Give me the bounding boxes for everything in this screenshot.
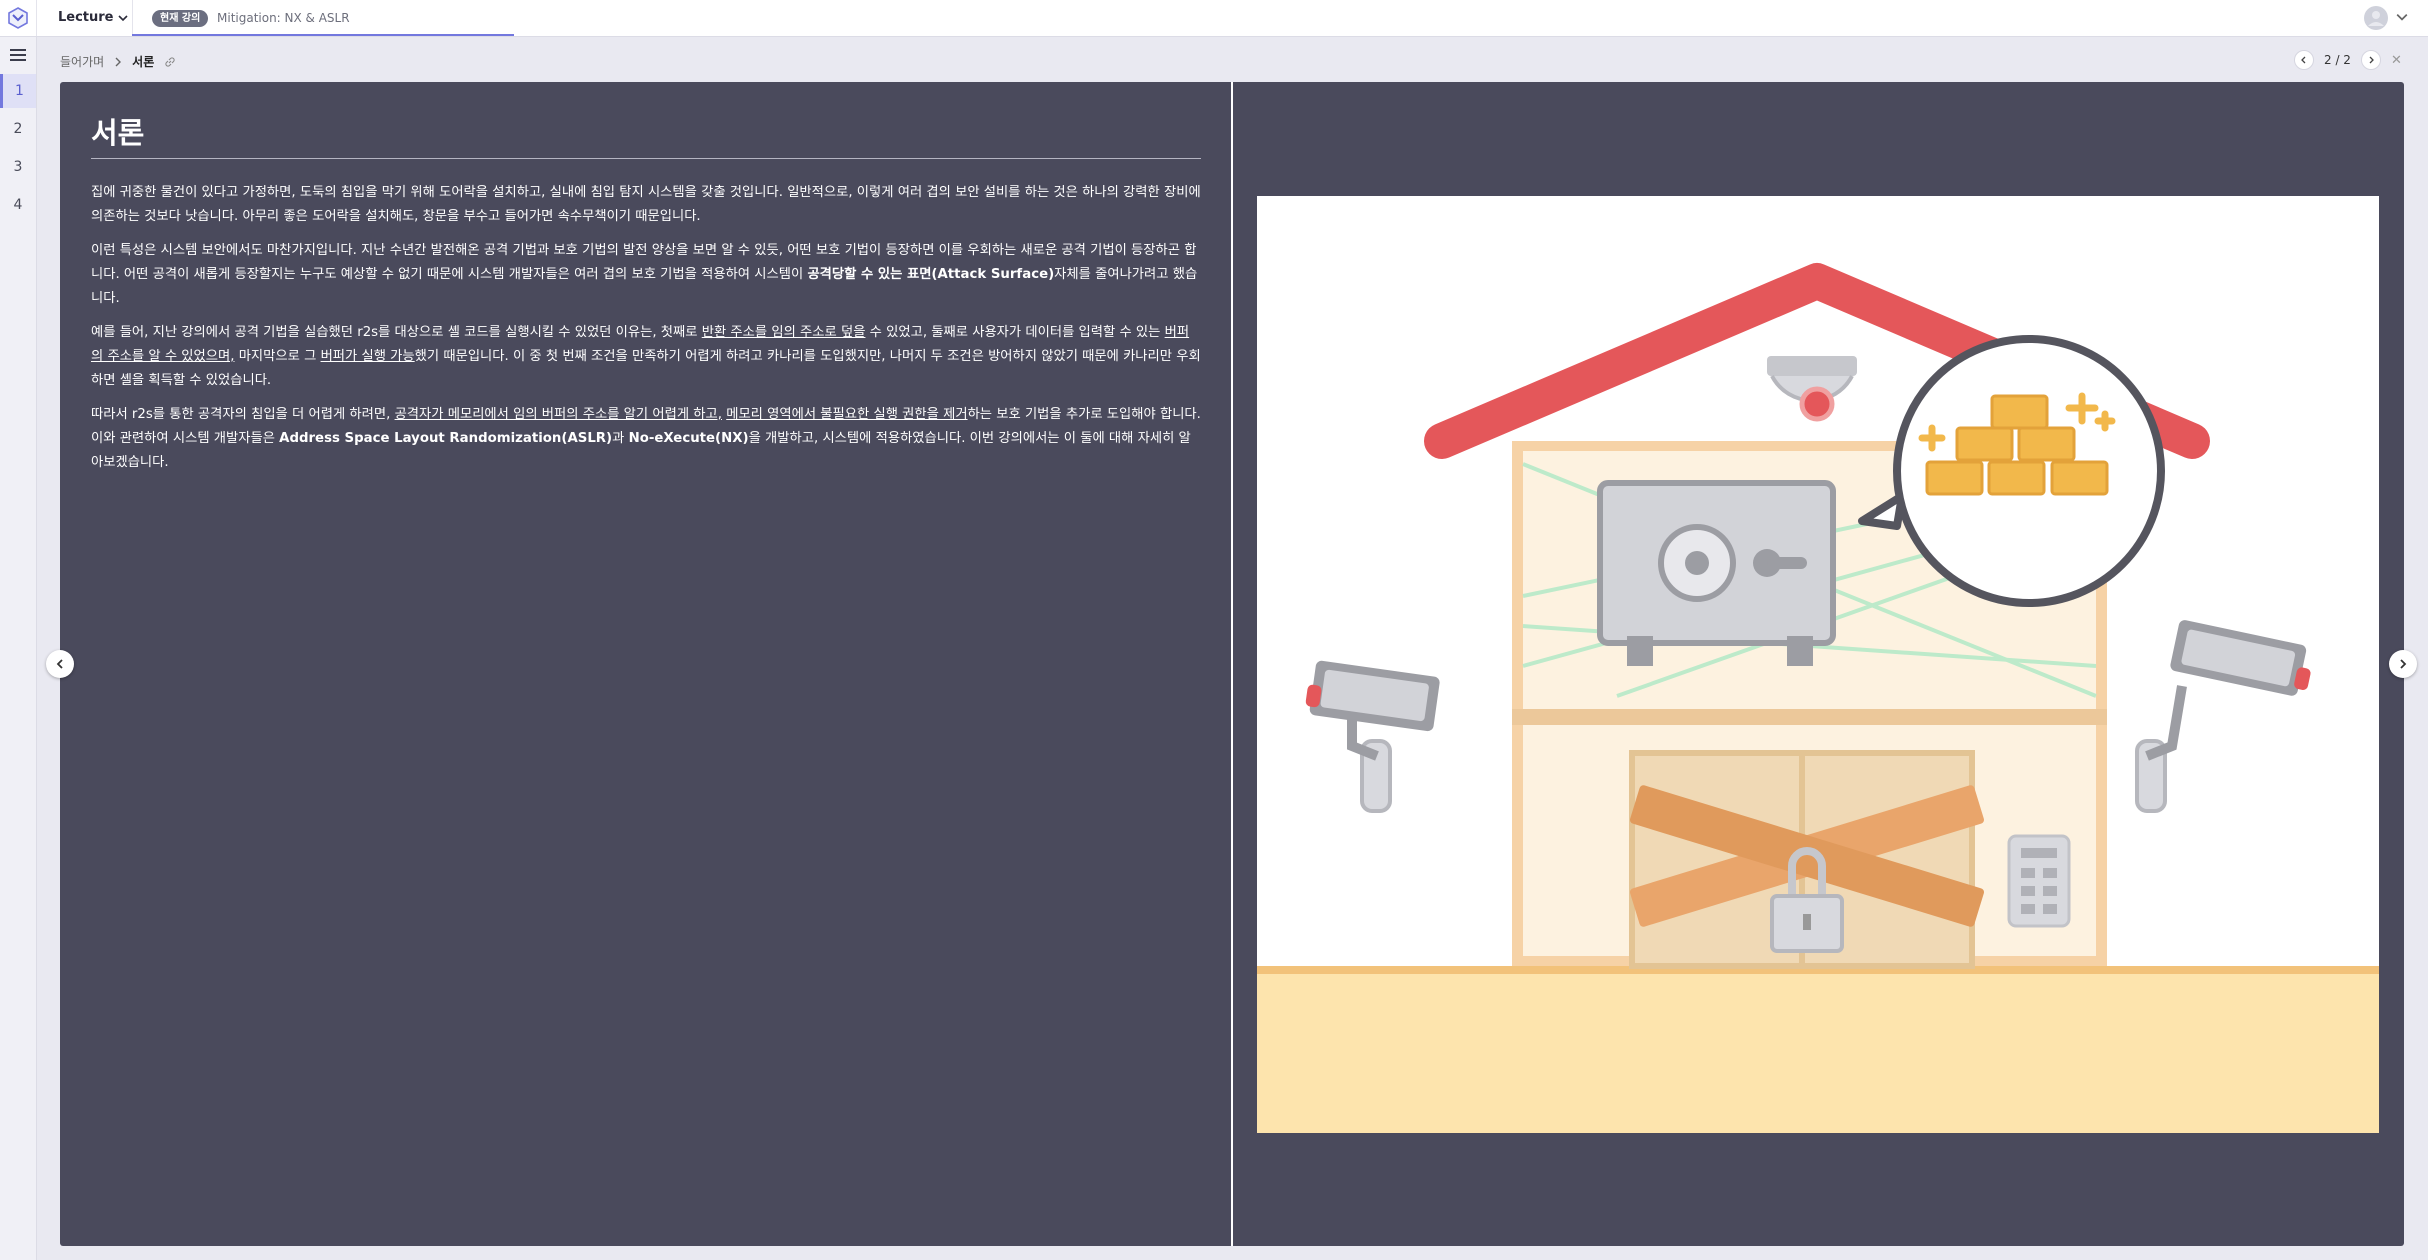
next-page-button[interactable] (2360, 50, 2381, 70)
page-indicator: 2 / 2 (2324, 53, 2351, 67)
avatar[interactable] (2364, 6, 2388, 30)
chevron-right-icon (115, 57, 122, 66)
slide-divider (1231, 82, 1233, 1246)
slide-content: 서론 집에 귀중한 물건이 있다고 가정하면, 도둑의 침입을 막기 위해 도어… (60, 82, 2404, 1246)
paragraph-1: 집에 귀중한 물건이 있다고 가정하면, 도둑의 침입을 막기 위해 도어락을 … (91, 185, 1201, 224)
chevron-right-icon (2369, 56, 2374, 64)
breadcrumb-parent[interactable]: 들어가며 (60, 53, 104, 70)
slide-pager: 2 / 2 ✕ (2294, 50, 2402, 70)
sidebar-item-3[interactable]: 3 (0, 150, 36, 184)
safe-icon (1597, 480, 1836, 666)
page-title: 서론 (91, 110, 1201, 159)
lecture-dropdown-label: Lecture (58, 10, 114, 25)
underlined-text: 메모리 영역에서 불필요한 실행 권한을 제거 (726, 407, 968, 422)
link-icon[interactable] (164, 56, 176, 68)
security-camera-icon (1305, 660, 1440, 813)
paragraph-2: 이런 특성은 시스템 보안에서도 마찬가지입니다. 지난 수년간 발전해온 공격… (91, 239, 1201, 311)
breadcrumb-current: 서론 (132, 55, 155, 69)
bold-term: 공격당할 수 있는 표면(Attack Surface) (807, 267, 1055, 282)
underlined-text: 버퍼가 실행 가능 (320, 349, 415, 364)
illustration-svg (1257, 263, 2379, 1133)
house-floor-beam (1512, 709, 2107, 725)
breadcrumb: 들어가며 서론 (60, 53, 176, 70)
text-run: 예를 들어, 지난 강의에서 공격 기법을 실습했던 r2s를 대상으로 셸 코… (91, 325, 702, 340)
close-icon[interactable]: ✕ (2391, 53, 2402, 68)
menu-icon[interactable] (9, 47, 27, 63)
chevron-right-icon (2400, 659, 2407, 669)
sidebar: 1 2 3 4 (0, 37, 37, 1260)
user-icon (2368, 11, 2384, 26)
paragraph-3: 예를 들어, 지난 강의에서 공격 기법을 실습했던 r2s를 대상으로 셸 코… (91, 321, 1201, 393)
house-security-illustration (1257, 196, 2379, 1133)
bold-term: No-eXecute(NX) (628, 431, 749, 446)
sidebar-item-1[interactable]: 1 (0, 74, 36, 108)
divider (36, 0, 37, 36)
paragraph-4: 따라서 r2s를 통한 공격자의 침입을 더 어렵게 하려면, 공격자가 메모리… (91, 403, 1201, 475)
chevron-left-icon (56, 659, 63, 669)
underlined-text: 반환 주소를 임의 주소로 덮을 (701, 325, 866, 340)
lecture-dropdown[interactable]: Lecture (58, 10, 128, 25)
lecture-progress-bar (132, 34, 514, 36)
text-run: 과 (612, 431, 629, 446)
top-bar: Lecture 현재 강의 Mitigation: NX & ASLR (0, 0, 2428, 37)
lecture-title: Mitigation: NX & ASLR (217, 11, 350, 25)
chevron-down-icon (117, 14, 128, 21)
text-column: 서론 집에 귀중한 물건이 있다고 가정하면, 도둑의 침입을 막기 위해 도어… (91, 110, 1201, 475)
prev-slide-button[interactable] (46, 650, 74, 678)
divider (132, 0, 133, 36)
security-camera-icon (2135, 620, 2311, 813)
chevron-left-icon (2301, 56, 2306, 64)
text-run: 수 있었고, 둘째로 사용자가 데이터를 입력할 수 있는 (865, 325, 1165, 340)
sidebar-item-4[interactable]: 4 (0, 188, 36, 222)
floor (1257, 971, 2379, 1133)
logo-icon[interactable] (6, 6, 30, 30)
prev-page-button[interactable] (2294, 50, 2314, 70)
current-lecture-badge: 현재 강의 (152, 10, 209, 27)
text-run: 따라서 r2s를 통한 공격자의 침입을 더 어렵게 하려면, (91, 407, 395, 422)
keypad-icon (2007, 834, 2071, 928)
ceiling-camera-icon (1767, 356, 1857, 422)
text-run: 마지막으로 그 (234, 349, 321, 364)
sidebar-item-2[interactable]: 2 (0, 112, 36, 146)
bold-term: Address Space Layout Randomization(ASLR) (279, 431, 613, 446)
next-slide-button[interactable] (2389, 650, 2417, 678)
chevron-down-icon[interactable] (2396, 11, 2408, 23)
underlined-text: 공격자가 메모리에서 임의 버퍼의 주소를 알기 어렵게 하고, (394, 407, 722, 422)
